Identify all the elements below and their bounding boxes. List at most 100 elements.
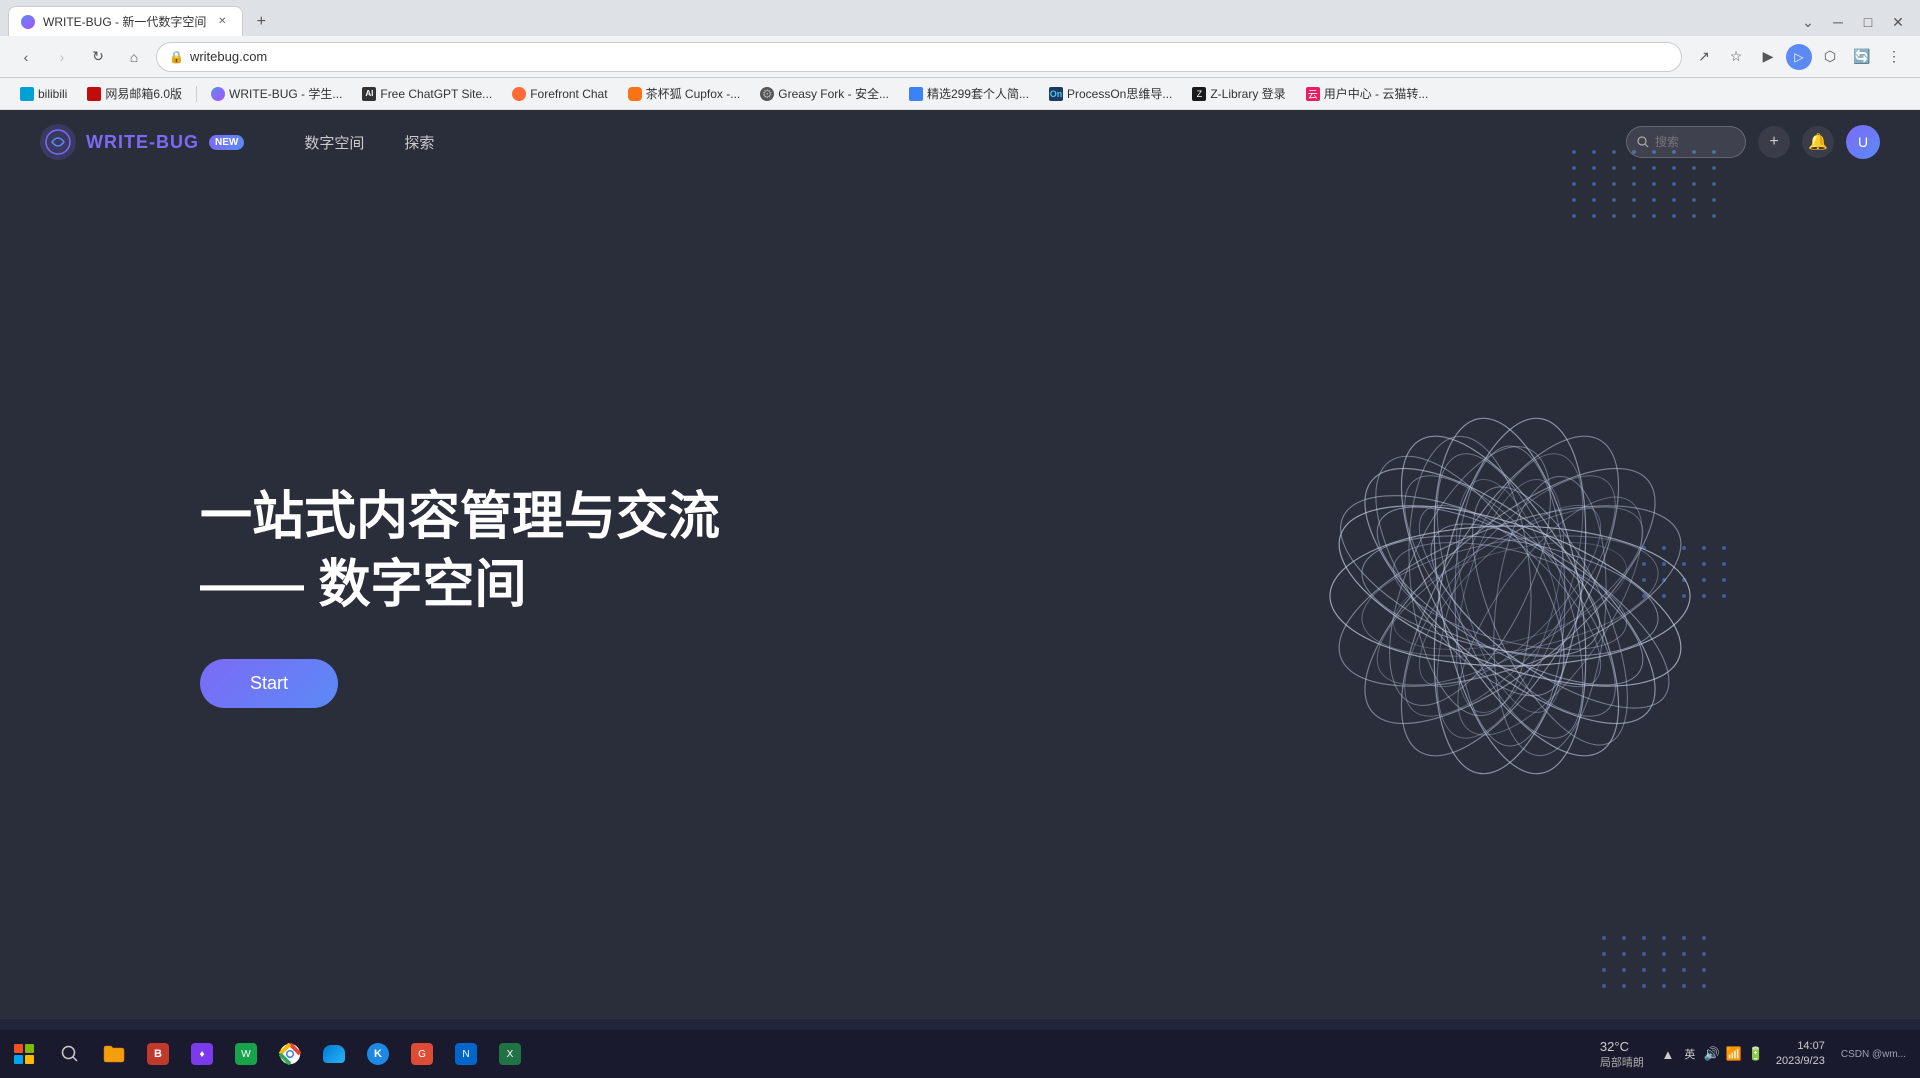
rings-svg bbox=[1300, 386, 1720, 806]
bookmarks-bar: bilibili 网易邮箱6.0版 WRITE-BUG - 学生... AI F… bbox=[0, 78, 1920, 110]
taskbar: B ♦ W K G N X 32°C 局部晴朗 ▲ bbox=[0, 1030, 1920, 1078]
bookmark-writebug[interactable]: WRITE-BUG - 学生... bbox=[203, 81, 350, 106]
chahu-label: 茶杯狐 Cupfox -... bbox=[646, 85, 741, 102]
browser-toolbar: ‹ › ↻ ⌂ 🔒 writebug.com ↗ ☆ ▶ ▷ ⬡ 🔄 ⋮ bbox=[0, 36, 1920, 78]
bookmark-jingxuan[interactable]: 精选299套个人简... bbox=[901, 81, 1037, 106]
hero-title: 一站式内容管理与交流 —— 数字空间 bbox=[200, 484, 720, 619]
extension-button[interactable]: ▶ bbox=[1754, 43, 1782, 71]
forward-button[interactable]: › bbox=[48, 43, 76, 71]
hero-text: 一站式内容管理与交流 —— 数字空间 Start bbox=[200, 484, 720, 708]
bookmark-greasy[interactable]: ⚙ Greasy Fork - 安全... bbox=[752, 81, 897, 106]
search-input[interactable] bbox=[1655, 135, 1735, 149]
taskbar-file-explorer[interactable] bbox=[92, 1032, 136, 1076]
tray-volume-icon[interactable]: 🔊 bbox=[1702, 1044, 1722, 1064]
nav-link-explore[interactable]: 探索 bbox=[404, 132, 434, 153]
csdn-label: CSDN @wm... bbox=[1841, 1047, 1906, 1062]
forefront-label: Forefront Chat bbox=[530, 87, 607, 101]
nav-links: 数字空间 探索 bbox=[304, 132, 434, 153]
taskbar-tray: 32°C 局部晴朗 ▲ 英 🔊 📶 🔋 14:07 2023/9/23 CSDN… bbox=[1580, 1039, 1920, 1070]
taskbar-app-purple[interactable]: ♦ bbox=[180, 1032, 224, 1076]
new-tab-button[interactable]: + bbox=[247, 8, 275, 36]
processon-label: ProcessOn思维导... bbox=[1067, 85, 1172, 102]
free-chatgpt-label: Free ChatGPT Site... bbox=[380, 87, 492, 101]
tab-end-controls: ⌄ ─ □ ✕ bbox=[1794, 8, 1920, 36]
weather-desc: 局部晴朗 bbox=[1600, 1054, 1644, 1070]
bookmark-separator-1 bbox=[196, 86, 197, 102]
close-window-button[interactable]: ✕ bbox=[1884, 8, 1912, 36]
tab-bar: WRITE-BUG - 新一代数字空间 ✕ + ⌄ ─ □ ✕ bbox=[0, 0, 1920, 36]
url-text: writebug.com bbox=[190, 49, 1669, 64]
hero-graphic bbox=[1300, 386, 1720, 806]
home-button[interactable]: ⌂ bbox=[120, 43, 148, 71]
tray-network-icon[interactable]: 📶 bbox=[1724, 1044, 1744, 1064]
bookmark-button[interactable]: ☆ bbox=[1722, 43, 1750, 71]
jingxuan-label: 精选299套个人简... bbox=[927, 85, 1029, 102]
tray-notification-icon[interactable]: ▲ bbox=[1658, 1044, 1678, 1064]
logo-text: WRITE-BUG bbox=[86, 132, 199, 153]
chahu-favicon bbox=[628, 87, 642, 101]
taskbar-app-green[interactable]: W bbox=[224, 1032, 268, 1076]
taskbar-app-onedrive[interactable] bbox=[312, 1032, 356, 1076]
tab-favicon bbox=[21, 15, 35, 29]
hero-section: 一站式内容管理与交流 —— 数字空间 Start bbox=[0, 174, 1920, 1018]
tray-ime-icon[interactable]: 英 bbox=[1680, 1044, 1700, 1064]
share-button[interactable]: ↗ bbox=[1690, 43, 1718, 71]
more-options-button[interactable]: ⋮ bbox=[1880, 43, 1908, 71]
profile-button[interactable]: ▷ bbox=[1786, 44, 1812, 70]
bookmark-bilibili[interactable]: bilibili bbox=[12, 83, 75, 105]
site-logo[interactable]: WRITE-BUG NEW bbox=[40, 124, 244, 160]
date-display: 2023/9/23 bbox=[1776, 1054, 1825, 1069]
start-button[interactable] bbox=[0, 1030, 48, 1078]
weather-temp: 32°C bbox=[1600, 1039, 1629, 1054]
extensions-puzzle-button[interactable]: ⬡ bbox=[1816, 43, 1844, 71]
processon-favicon: On bbox=[1049, 87, 1063, 101]
bookmark-forefront[interactable]: Forefront Chat bbox=[504, 83, 615, 105]
writebug-favicon bbox=[211, 87, 225, 101]
nav-actions: + 🔔 U bbox=[1626, 125, 1880, 159]
website-content: WRITE-BUG NEW 数字空间 探索 + 🔔 U bbox=[0, 110, 1920, 1078]
bookmark-free-chatgpt[interactable]: AI Free ChatGPT Site... bbox=[354, 83, 500, 105]
maximize-button[interactable]: □ bbox=[1854, 8, 1882, 36]
address-bar[interactable]: 🔒 writebug.com bbox=[156, 42, 1682, 72]
search-box[interactable] bbox=[1626, 126, 1746, 158]
time-display: 14:07 bbox=[1776, 1039, 1825, 1054]
taskbar-app-kde[interactable]: K bbox=[356, 1032, 400, 1076]
user-avatar[interactable]: U bbox=[1846, 125, 1880, 159]
back-button[interactable]: ‹ bbox=[12, 43, 40, 71]
greasy-favicon: ⚙ bbox=[760, 87, 774, 101]
taskbar-app-red[interactable]: B bbox=[136, 1032, 180, 1076]
logo-icon bbox=[40, 124, 76, 160]
netease-favicon bbox=[87, 87, 101, 101]
tab-list-button[interactable]: ⌄ bbox=[1794, 8, 1822, 36]
bookmark-chahu[interactable]: 茶杯狐 Cupfox -... bbox=[620, 81, 749, 106]
taskbar-app-notes[interactable]: N bbox=[444, 1032, 488, 1076]
bilibili-label: bilibili bbox=[38, 87, 67, 101]
minimize-button[interactable]: ─ bbox=[1824, 8, 1852, 36]
add-button[interactable]: + bbox=[1758, 126, 1790, 158]
yunhutou-favicon: 云 bbox=[1306, 87, 1320, 101]
sync-button[interactable]: 🔄 bbox=[1848, 43, 1876, 71]
bookmark-yunhutou[interactable]: 云 用户中心 - 云猫转... bbox=[1298, 81, 1437, 106]
clock[interactable]: 14:07 2023/9/23 bbox=[1768, 1039, 1833, 1070]
forefront-favicon bbox=[512, 87, 526, 101]
tab-close-button[interactable]: ✕ bbox=[214, 14, 230, 30]
bookmark-zlibrary[interactable]: Z Z-Library 登录 bbox=[1184, 81, 1293, 106]
weather-widget[interactable]: 32°C 局部晴朗 bbox=[1588, 1039, 1656, 1070]
reload-button[interactable]: ↻ bbox=[84, 43, 112, 71]
greasy-label: Greasy Fork - 安全... bbox=[778, 85, 889, 102]
free-chatgpt-favicon: AI bbox=[362, 87, 376, 101]
taskbar-app-excel[interactable]: X bbox=[488, 1032, 532, 1076]
jingxuan-favicon bbox=[909, 87, 923, 101]
tray-battery-icon[interactable]: 🔋 bbox=[1746, 1044, 1766, 1064]
writebug-label: WRITE-BUG - 学生... bbox=[229, 85, 342, 102]
active-tab[interactable]: WRITE-BUG - 新一代数字空间 ✕ bbox=[8, 6, 243, 36]
start-button[interactable]: Start bbox=[200, 659, 338, 708]
bookmark-netease[interactable]: 网易邮箱6.0版 bbox=[79, 81, 190, 106]
taskbar-app-git[interactable]: G bbox=[400, 1032, 444, 1076]
nav-link-digital-space[interactable]: 数字空间 bbox=[304, 132, 364, 153]
bookmark-processon[interactable]: On ProcessOn思维导... bbox=[1041, 81, 1180, 106]
notification-button[interactable]: 🔔 bbox=[1802, 126, 1834, 158]
lock-icon: 🔒 bbox=[169, 50, 184, 64]
taskbar-app-chrome[interactable] bbox=[268, 1032, 312, 1076]
taskbar-search-button[interactable] bbox=[48, 1032, 92, 1076]
